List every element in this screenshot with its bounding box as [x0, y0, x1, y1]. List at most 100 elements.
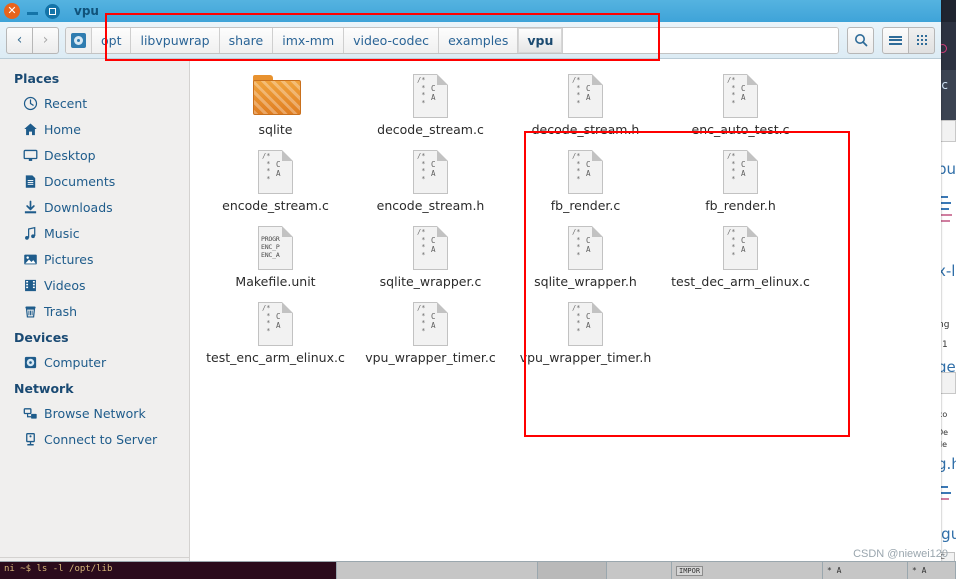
- sidebar-item-downloads[interactable]: Downloads: [0, 194, 189, 220]
- breadcrumb-item-opt[interactable]: opt: [92, 27, 132, 53]
- breadcrumb: opt libvpuwrap share imx-mm video-codec …: [65, 26, 839, 54]
- file-icon: /* * * * CA: [358, 147, 503, 195]
- taskbar-item-3[interactable]: [607, 562, 672, 579]
- list-view-button[interactable]: [882, 26, 909, 54]
- back-button[interactable]: ‹: [6, 26, 33, 54]
- sidebar-item-label: Videos: [44, 277, 86, 293]
- file-item-decode-stream-h[interactable]: /* * * * CA decode_stream.h: [513, 65, 658, 141]
- breadcrumb-item-libvpuwrap[interactable]: libvpuwrap: [131, 27, 220, 53]
- breadcrumb-item-video-codec[interactable]: video-codec: [344, 27, 440, 53]
- file-item-vpu-wrapper-timer-c[interactable]: /* * * * CA vpu_wrapper_timer.c: [358, 293, 503, 369]
- minimize-icon[interactable]: [24, 3, 40, 19]
- server-icon: [22, 431, 38, 447]
- c-source-icon: /* * * * CA: [413, 226, 448, 270]
- file-name: enc_auto_test.c: [691, 122, 790, 137]
- watermark: CSDN @niewei120: [853, 548, 948, 560]
- file-item-encode-stream-h[interactable]: /* * * * CA encode_stream.h: [358, 141, 503, 217]
- c-source-icon: /* * * * CA: [413, 150, 448, 194]
- screen: -c pu x-l ng 1 ge co De de g.h igu CA ✕: [0, 0, 956, 579]
- file-item-empty: [668, 293, 813, 369]
- makefile-icon: PROGR ENC_P ENC_A: [258, 226, 293, 270]
- breadcrumb-item-imx-mm[interactable]: imx-mm: [273, 27, 345, 53]
- sidebar-section-network: Network: [14, 381, 74, 396]
- file-item-sqlite-wrapper-h[interactable]: /* * * * CA sqlite_wrapper.h: [513, 217, 658, 293]
- c-source-icon: /* * * * CA: [723, 74, 758, 118]
- sidebar-item-browse-network[interactable]: Browse Network: [0, 400, 189, 426]
- c-source-icon: /* * * * CA: [568, 150, 603, 194]
- file-item-fb-render-h[interactable]: /* * * * CA fb_render.h: [668, 141, 813, 217]
- file-item-test-enc-arm-elinux-c[interactable]: /* * * * CA test_enc_arm_elinux.c: [203, 293, 348, 369]
- file-icon: /* * * * CA: [668, 147, 813, 195]
- file-name: fb_render.h: [705, 198, 776, 213]
- trash-icon: [22, 303, 38, 319]
- forward-button[interactable]: ›: [33, 26, 59, 54]
- file-item-decode-stream-c[interactable]: /* * * * CA decode_stream.c: [358, 65, 503, 141]
- folder-icon: [252, 75, 301, 115]
- file-icon-empty: [823, 147, 941, 195]
- toolbar: ‹ › opt libvpuwrap share imx-mm video-co…: [0, 22, 941, 59]
- sidebar-item-recent[interactable]: Recent: [0, 90, 189, 116]
- document-icon: [22, 173, 38, 189]
- file-name: vpu_wrapper_timer.h: [519, 350, 652, 365]
- window-body: Places Recent Home Desktop Documents Dow…: [0, 59, 941, 572]
- maximize-icon[interactable]: [44, 3, 60, 19]
- sidebar-item-label: Home: [44, 121, 81, 137]
- c-source-icon: /* * * * CA: [258, 302, 293, 346]
- file-item-enc-auto-test-c[interactable]: /* * * * CA enc_auto_test.c: [668, 65, 813, 141]
- grid-view-button[interactable]: [909, 26, 935, 54]
- sidebar-item-label: Music: [44, 225, 80, 241]
- sidebar-item-label: Computer: [44, 354, 107, 370]
- file-name: decode_stream.h: [531, 122, 640, 137]
- sidebar-item-trash[interactable]: Trash: [0, 298, 189, 324]
- file-name: sqlite_wrapper.c: [379, 274, 482, 289]
- file-item-empty: [823, 293, 941, 369]
- sidebar-item-videos[interactable]: Videos: [0, 272, 189, 298]
- hamburger-icon: [889, 34, 902, 46]
- c-source-icon: /* * * * CA: [723, 226, 758, 270]
- file-name: fb_render.c: [550, 198, 621, 213]
- breadcrumb-item-examples[interactable]: examples: [439, 27, 519, 53]
- file-icon: /* * * * CA: [668, 71, 813, 119]
- sidebar-item-pictures[interactable]: Pictures: [0, 246, 189, 272]
- breadcrumb-item-share[interactable]: share: [219, 27, 274, 53]
- sidebar-item-connect-to-server[interactable]: Connect to Server: [0, 426, 189, 452]
- file-item-sqlite[interactable]: sqlite: [203, 65, 348, 141]
- sidebar-item-documents[interactable]: Documents: [0, 168, 189, 194]
- taskbar-terminal-window[interactable]: ni ~$ ls -l /opt/lib: [0, 562, 337, 579]
- sidebar-section-devices: Devices: [14, 330, 69, 345]
- film-icon: [22, 277, 38, 293]
- c-source-icon: /* * * * CA: [568, 226, 603, 270]
- close-icon[interactable]: ✕: [4, 3, 20, 19]
- file-item-fb-render-c[interactable]: /* * * * CA fb_render.c: [513, 141, 658, 217]
- file-item-test-dec-arm-elinux-c[interactable]: /* * * * CA test_dec_arm_elinux.c: [668, 217, 813, 293]
- taskbar-item-6[interactable]: * A: [908, 562, 956, 579]
- file-item-sqlite-wrapper-c[interactable]: /* * * * CA sqlite_wrapper.c: [358, 217, 503, 293]
- taskbar: ni ~$ ls -l /opt/lib IMPOR * A * A: [0, 561, 956, 579]
- sidebar-item-label: Browse Network: [44, 405, 146, 421]
- search-button[interactable]: [847, 26, 874, 54]
- sidebar-item-desktop[interactable]: Desktop: [0, 142, 189, 168]
- breadcrumb-item-vpu[interactable]: vpu: [518, 27, 564, 53]
- taskbar-item-5[interactable]: * A: [823, 562, 908, 579]
- file-item-empty: [823, 65, 941, 141]
- sidebar-item-home[interactable]: Home: [0, 116, 189, 142]
- sidebar-item-label: Desktop: [44, 147, 96, 163]
- sidebar-item-music[interactable]: Music: [0, 220, 189, 246]
- file-item-encode-stream-c[interactable]: /* * * * CA encode_stream.c: [203, 141, 348, 217]
- file-name: encode_stream.c: [222, 198, 329, 213]
- file-icon: /* * * * CA: [203, 299, 348, 347]
- file-item-vpu-wrapper-timer-h[interactable]: /* * * * CA vpu_wrapper_timer.h: [513, 293, 658, 369]
- file-name: sqlite: [258, 122, 293, 137]
- file-icon: /* * * * CA: [358, 71, 503, 119]
- window-title: vpu: [74, 4, 99, 18]
- taskbar-item-4[interactable]: IMPOR: [672, 562, 823, 579]
- breadcrumb-root-device[interactable]: [66, 27, 92, 53]
- taskbar-item-2[interactable]: [538, 562, 607, 579]
- clock-icon: [22, 95, 38, 111]
- taskbar-item-1[interactable]: [337, 562, 538, 579]
- file-item-makefile-unit[interactable]: PROGR ENC_P ENC_A Makefile.unit: [203, 217, 348, 293]
- file-icon: /* * * * CA: [513, 147, 658, 195]
- sidebar-item-computer[interactable]: Computer: [0, 349, 189, 375]
- title-bar: ✕ vpu: [0, 0, 941, 22]
- file-name: test_enc_arm_elinux.c: [206, 350, 345, 365]
